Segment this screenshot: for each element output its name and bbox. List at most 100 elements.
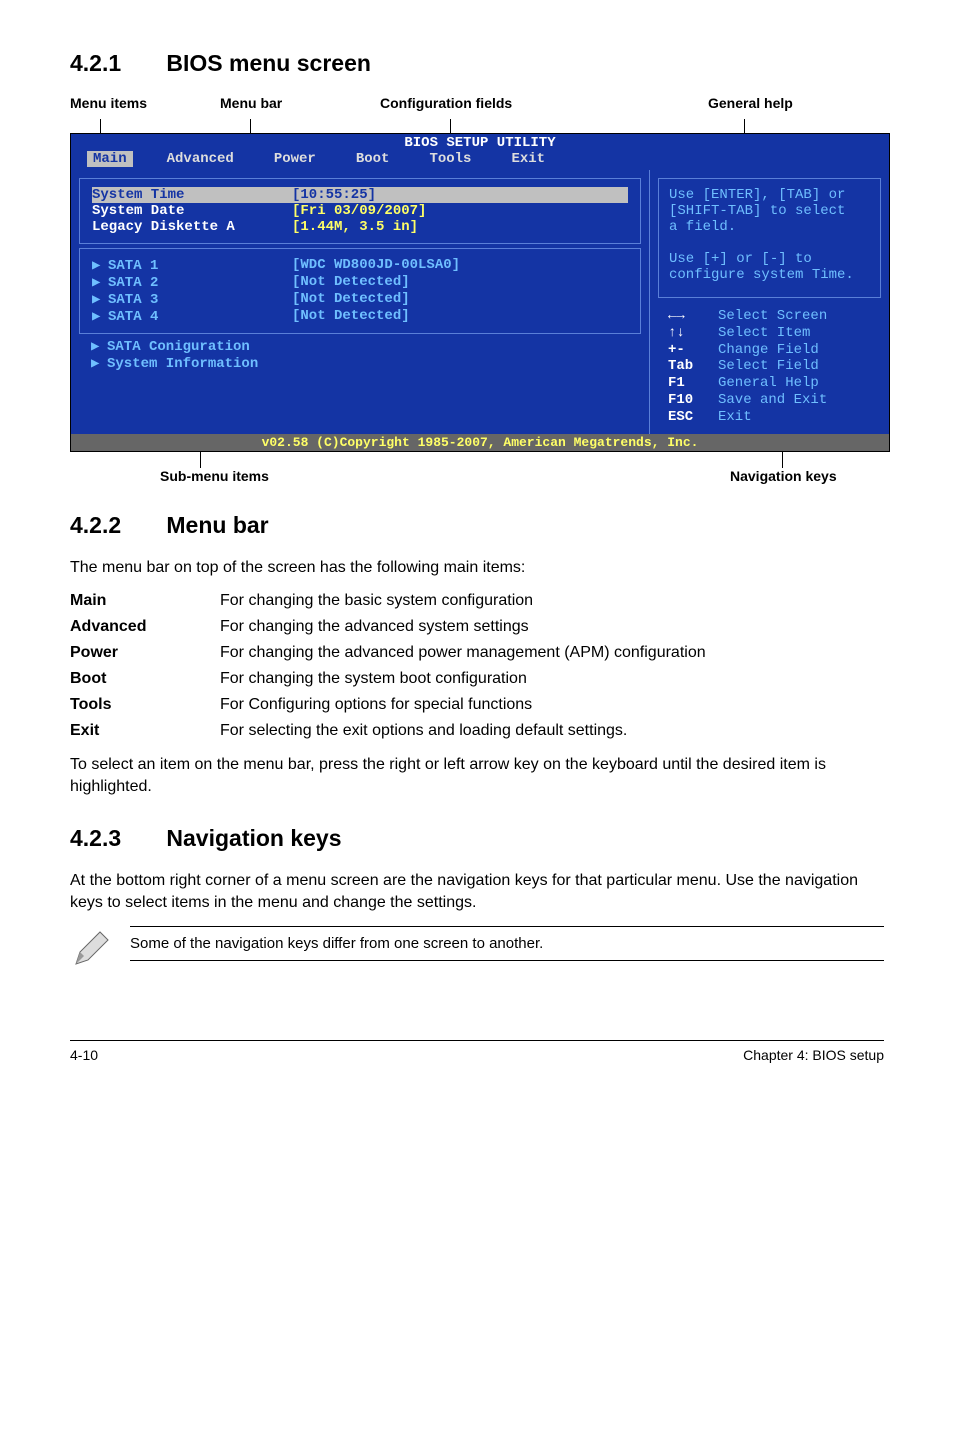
bios-row-sata2[interactable]: ▶SATA 2 [Not Detected]: [92, 274, 628, 291]
row-label: System Time: [92, 187, 292, 203]
def-key: Tools: [70, 692, 220, 718]
bios-menu-boot[interactable]: Boot: [350, 151, 396, 167]
bios-row-system-info[interactable]: ▶System Information: [91, 355, 629, 372]
diagram-ticks-top: [70, 119, 884, 133]
bios-row-system-date[interactable]: System Date [Fri 03/09/2007]: [92, 203, 628, 219]
def-key: Power: [70, 640, 220, 666]
bios-help-box: Use [ENTER], [TAB] or [SHIFT-TAB] to sel…: [658, 178, 881, 298]
heading-title: BIOS menu screen: [166, 50, 371, 76]
label-config-fields: Configuration fields: [380, 95, 512, 111]
heading-num: 4.2.3: [70, 825, 160, 852]
nav-desc: Save and Exit: [718, 392, 827, 409]
nav-desc: General Help: [718, 375, 819, 392]
bios-nav-keys: ←→ Select Screen ↑↓ Select Item +- Change F…: [650, 302, 889, 434]
label-nav-keys: Navigation keys: [730, 468, 837, 484]
diagram-labels-bottom: Sub-menu items Navigation keys: [70, 468, 884, 488]
heading-title: Menu bar: [166, 512, 268, 538]
navkeys-text: At the bottom right corner of a menu scr…: [70, 870, 884, 913]
bios-row-system-time[interactable]: System Time [10:55:25]: [92, 187, 628, 203]
heading-title: Navigation keys: [166, 825, 341, 851]
label-sub-menu: Sub-menu items: [160, 468, 269, 484]
triangle-icon: ▶: [92, 274, 108, 291]
triangle-icon: ▶: [92, 291, 108, 308]
bios-row-sata-config[interactable]: ▶SATA Coniguration: [91, 338, 629, 355]
label-menu-items: Menu items: [70, 95, 147, 111]
bios-row-sata1[interactable]: ▶SATA 1 [WDC WD800JD-00LSA0]: [92, 257, 628, 274]
triangle-icon: ▶: [91, 355, 107, 372]
def-key: Exit: [70, 718, 220, 744]
def-val: For changing the system boot configurati…: [220, 666, 714, 692]
row-value: [Fri 03/09/2007]: [292, 203, 426, 219]
heading-423: 4.2.3 Navigation keys: [70, 825, 884, 852]
nav-desc: Select Screen: [718, 308, 827, 325]
triangle-icon: ▶: [92, 257, 108, 274]
triangle-icon: ▶: [92, 308, 108, 325]
triangle-icon: ▶: [91, 338, 107, 355]
bios-screen: BIOS SETUP UTILITY Main Advanced Power B…: [70, 133, 890, 452]
bios-menu-tools[interactable]: Tools: [423, 151, 477, 167]
bios-row-legacy-diskette[interactable]: Legacy Diskette A [1.44M, 3.5 in]: [92, 219, 628, 235]
help-line: Use [+] or [-] to: [669, 251, 870, 267]
nav-key: F10: [668, 392, 708, 409]
row-value: [1.44M, 3.5 in]: [292, 219, 418, 235]
help-line: [SHIFT-TAB] to select: [669, 203, 870, 219]
def-val: For changing the advanced power manageme…: [220, 640, 714, 666]
row-label: SATA 1: [108, 258, 158, 274]
nav-key: +-: [668, 342, 708, 359]
row-label: System Information: [107, 356, 258, 372]
help-line: Use [ENTER], [TAB] or: [669, 187, 870, 203]
def-key: Boot: [70, 666, 220, 692]
help-line: a field.: [669, 219, 870, 235]
nav-key: ←→: [668, 308, 708, 325]
footer-left: 4-10: [70, 1047, 98, 1063]
bios-menu-exit[interactable]: Exit: [505, 151, 551, 167]
label-menu-bar: Menu bar: [220, 95, 282, 111]
def-key: Main: [70, 588, 220, 614]
page-footer: 4-10 Chapter 4: BIOS setup: [70, 1040, 884, 1063]
bios-left-panel: System Time [10:55:25] System Date [Fri …: [71, 170, 649, 434]
row-label: SATA 2: [108, 275, 158, 291]
bios-menu-main[interactable]: Main: [87, 151, 133, 167]
note-block: Some of the navigation keys differ from …: [70, 926, 884, 970]
def-key: Advanced: [70, 614, 220, 640]
row-label: SATA Coniguration: [107, 339, 250, 355]
menubar-table: MainFor changing the basic system config…: [70, 588, 714, 744]
nav-desc: Select Field: [718, 358, 819, 375]
pencil-icon: [70, 926, 114, 970]
label-general-help: General help: [708, 95, 793, 111]
def-val: For changing the basic system configurat…: [220, 588, 714, 614]
menubar-intro: The menu bar on top of the screen has th…: [70, 557, 884, 579]
row-label: SATA 3: [108, 292, 158, 308]
row-value: [Not Detected]: [292, 274, 410, 291]
heading-422: 4.2.2 Menu bar: [70, 512, 884, 539]
bios-menu-advanced[interactable]: Advanced: [161, 151, 240, 167]
bios-row-sata4[interactable]: ▶SATA 4 [Not Detected]: [92, 308, 628, 325]
heading-num: 4.2.2: [70, 512, 160, 539]
bios-menu-power[interactable]: Power: [268, 151, 322, 167]
nav-key: ESC: [668, 409, 708, 426]
row-label: SATA 4: [108, 309, 158, 325]
nav-desc: Select Item: [718, 325, 810, 342]
row-value: [Not Detected]: [292, 308, 410, 325]
def-val: For Configuring options for special func…: [220, 692, 714, 718]
menubar-outro: To select an item on the menu bar, press…: [70, 754, 884, 797]
nav-key: ↑↓: [668, 325, 708, 342]
def-val: For changing the advanced system setting…: [220, 614, 714, 640]
bios-row-sata3[interactable]: ▶SATA 3 [Not Detected]: [92, 291, 628, 308]
heading-num: 4.2.1: [70, 50, 160, 77]
diagram-labels-top: Menu items Menu bar Configuration fields…: [70, 95, 884, 119]
nav-key: F1: [668, 375, 708, 392]
nav-key: Tab: [668, 358, 708, 375]
footer-right: Chapter 4: BIOS setup: [743, 1047, 884, 1063]
bios-menu-bar[interactable]: Main Advanced Power Boot Tools Exit: [71, 151, 889, 170]
heading-421: 4.2.1 BIOS menu screen: [70, 50, 884, 77]
nav-desc: Change Field: [718, 342, 819, 359]
row-value: [10:55:25]: [292, 187, 376, 203]
help-line: configure system Time.: [669, 267, 870, 283]
nav-desc: Exit: [718, 409, 752, 426]
diagram-ticks-bottom: [70, 452, 884, 468]
def-val: For selecting the exit options and loadi…: [220, 718, 714, 744]
bios-copyright: v02.58 (C)Copyright 1985-2007, American …: [71, 434, 889, 451]
row-value: [Not Detected]: [292, 291, 410, 308]
row-label: Legacy Diskette A: [92, 219, 292, 235]
